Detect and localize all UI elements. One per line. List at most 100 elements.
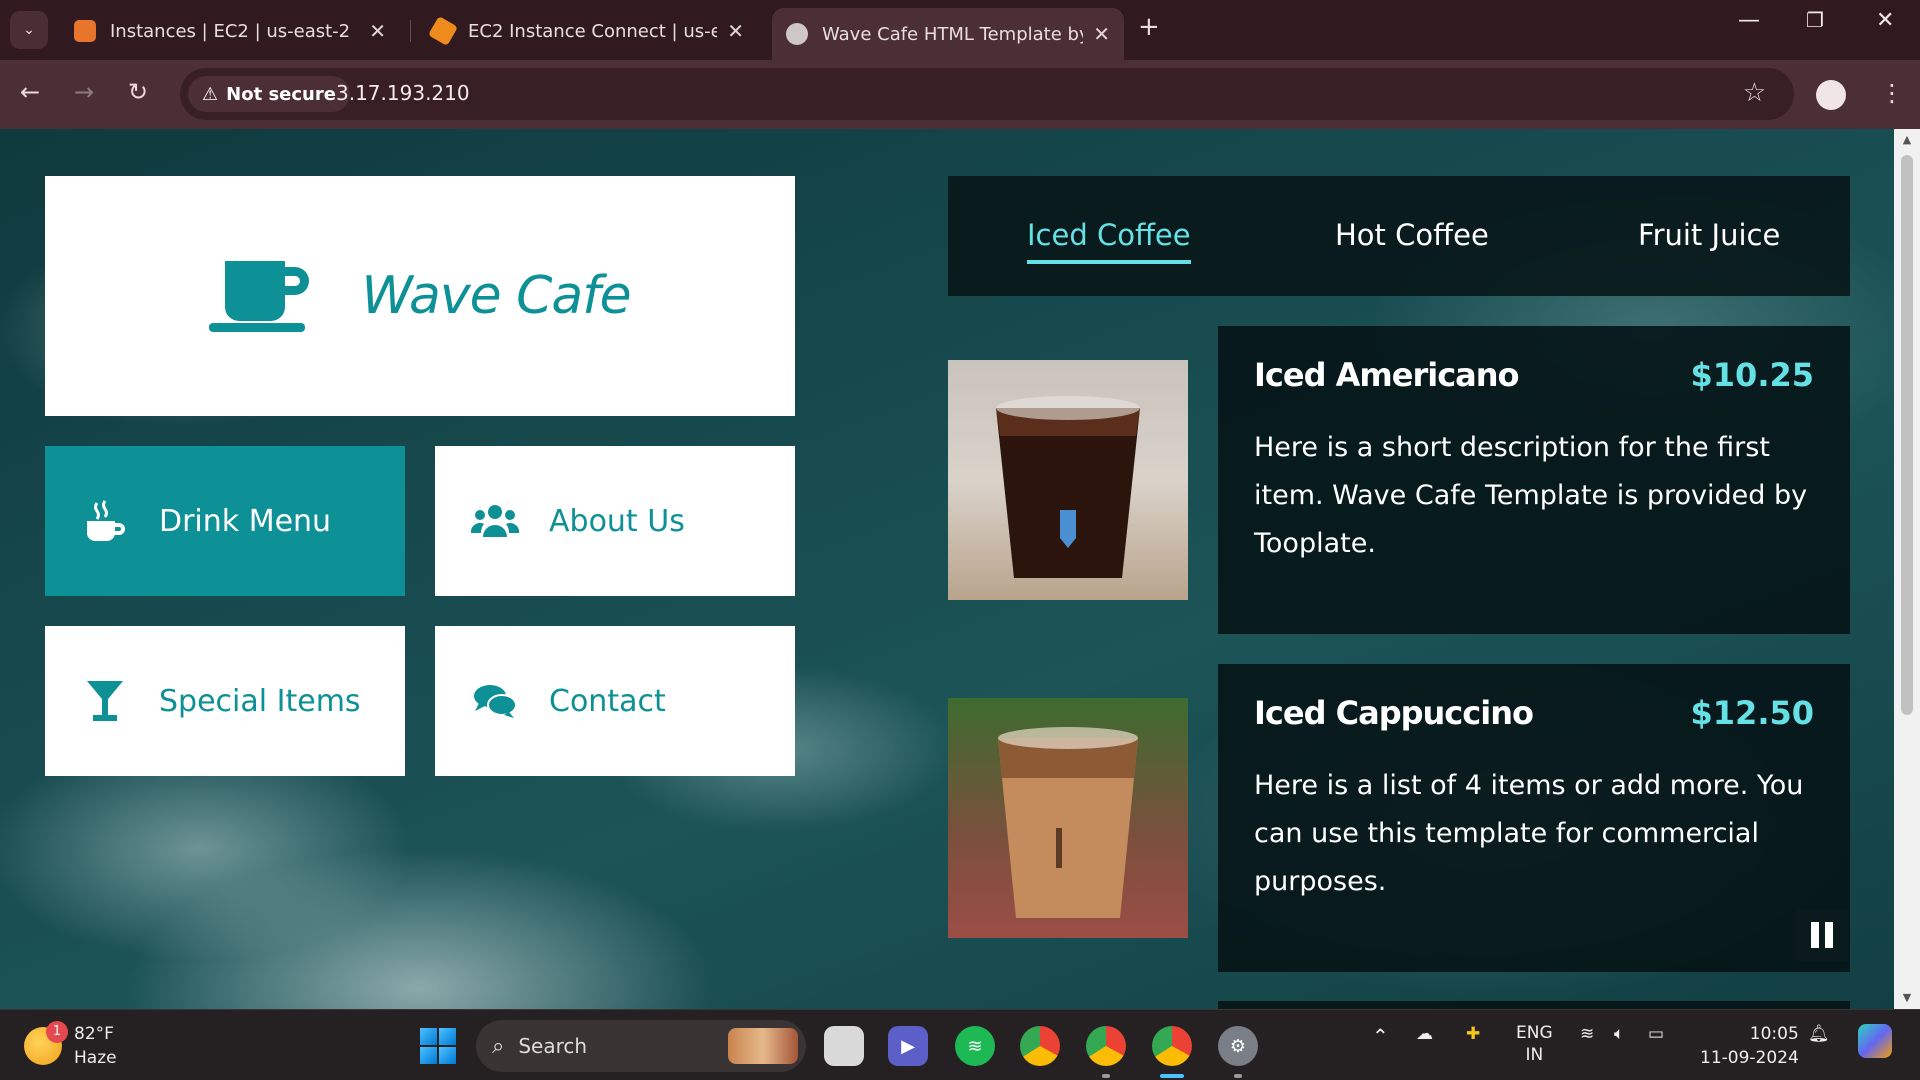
nav-drink-menu[interactable]: Drink Menu	[45, 446, 405, 596]
menu-item-card: Iced Americano $10.25 Here is a short de…	[1218, 326, 1850, 634]
tab-instances[interactable]: Instances | EC2 | us-east-2 ✕	[60, 8, 400, 54]
brand-name: Wave Cafe	[361, 266, 631, 326]
page-viewport: Wave Cafe Drink Menu About Us Special It…	[0, 129, 1894, 1009]
chevron-down-icon: ⌄	[23, 22, 35, 38]
chrome-profile-icon[interactable]	[1086, 1026, 1126, 1066]
security-label: Not secure	[226, 83, 336, 105]
scroll-down-arrow-icon[interactable]: ▼	[1894, 987, 1920, 1009]
aws-cube-icon	[427, 15, 459, 47]
search-icon: ⌕	[492, 1033, 505, 1059]
weather-description: Haze	[74, 1048, 117, 1068]
browser-toolbar: ← → ↻ ⚠ Not secure 3.17.193.210 ☆ ⋮	[0, 60, 1920, 129]
nav-label: Special Items	[159, 683, 361, 719]
aws-ec2-icon	[74, 20, 96, 42]
cocktail-glass-icon	[75, 679, 135, 723]
taskbar-search[interactable]: ⌕ Search	[476, 1020, 806, 1072]
battery-icon[interactable]: ▭	[1648, 1024, 1664, 1044]
browser-menu-button[interactable]: ⋮	[1880, 78, 1904, 108]
reload-button[interactable]: ↻	[128, 78, 148, 106]
copilot-icon[interactable]	[1858, 1024, 1892, 1058]
iced-americano-image	[948, 360, 1188, 600]
profile-avatar-icon[interactable]	[1816, 80, 1846, 110]
item-description: Here is a short description for the firs…	[1254, 432, 1808, 559]
item-price: $10.25	[1690, 356, 1814, 394]
notification-badge: 1	[46, 1021, 68, 1043]
scrollbar-thumb[interactable]	[1901, 155, 1913, 715]
drink-category-tabs: Iced Coffee Hot Coffee Fruit Juice	[948, 176, 1850, 296]
site-logo[interactable]: Wave Cafe	[45, 176, 795, 416]
close-icon[interactable]: ✕	[1093, 22, 1110, 46]
minimize-button[interactable]: —	[1738, 8, 1760, 33]
window-close-button[interactable]: ✕	[1876, 8, 1894, 33]
security-chip[interactable]: ⚠ Not secure	[188, 76, 350, 112]
chrome-icon[interactable]	[1020, 1026, 1060, 1066]
forward-button[interactable]: →	[74, 78, 94, 106]
new-tab-button[interactable]: +	[1138, 12, 1160, 42]
tab-fruit-juice[interactable]: Fruit Juice	[1638, 218, 1780, 252]
tab-title: Instances | EC2 | us-east-2	[110, 20, 351, 42]
nav-about-us[interactable]: About Us	[435, 446, 795, 596]
pause-icon	[1811, 922, 1819, 948]
volume-icon[interactable]: 🔈︎	[1614, 1024, 1624, 1044]
tab-wave-cafe[interactable]: Wave Cafe HTML Template by T ✕	[772, 8, 1124, 60]
tab-title: EC2 Instance Connect | us-east-	[468, 20, 718, 42]
menu-item-card: Iced Cappuccino $12.50 Here is a list of…	[1218, 664, 1850, 972]
onedrive-cloud-icon[interactable]: ☁	[1416, 1024, 1433, 1044]
clock-date: 11-09-2024	[1700, 1048, 1799, 1068]
close-icon[interactable]: ✕	[369, 19, 386, 43]
globe-icon	[786, 23, 808, 45]
pause-icon	[1825, 922, 1833, 948]
system-clock[interactable]: 10:05 11-09-2024	[1700, 1022, 1799, 1070]
show-hidden-icons-chevron-icon[interactable]: ⌃	[1372, 1024, 1389, 1048]
active-indicator	[1160, 1074, 1184, 1078]
settings-gear-icon[interactable]: ⚙	[1218, 1026, 1258, 1066]
tab-hot-coffee[interactable]: Hot Coffee	[1335, 218, 1489, 252]
bookmark-star-icon[interactable]: ☆	[1743, 78, 1766, 108]
tab-search-button[interactable]: ⌄	[10, 11, 48, 49]
chat-bubbles-icon	[465, 683, 525, 719]
nav-label: About Us	[549, 503, 685, 539]
windows-taskbar: 1 82°F Haze ⌕ Search ▶ ≋ ⚙ ⌃ ☁ ✚ ENG IN …	[0, 1009, 1920, 1080]
users-icon	[465, 503, 525, 539]
warning-triangle-icon: ⚠	[202, 83, 219, 105]
nav-special-items[interactable]: Special Items	[45, 626, 405, 776]
item-price: $12.50	[1690, 694, 1814, 732]
spotify-icon[interactable]: ≋	[955, 1026, 995, 1066]
task-view-icon[interactable]	[824, 1026, 864, 1066]
tab-title: Wave Cafe HTML Template by T	[822, 23, 1084, 45]
tab-iced-coffee[interactable]: Iced Coffee	[1027, 218, 1191, 264]
chrome-active-icon[interactable]	[1152, 1026, 1192, 1066]
weather-haze-icon: 1	[24, 1021, 68, 1065]
mug-hot-icon	[75, 499, 135, 543]
input-language[interactable]: ENG IN	[1516, 1022, 1553, 1066]
iced-cappuccino-image	[948, 698, 1188, 938]
notification-bell-icon[interactable]: 🔔︎	[1808, 1024, 1830, 1044]
item-description: Here is a list of 4 items or add more. Y…	[1254, 770, 1804, 897]
weather-temperature: 82°F	[74, 1024, 114, 1044]
running-indicator	[1234, 1074, 1242, 1078]
nav-contact[interactable]: Contact	[435, 626, 795, 776]
tab-separator	[410, 20, 411, 42]
scroll-up-arrow-icon[interactable]: ▲	[1894, 129, 1920, 151]
tab-instance-connect[interactable]: EC2 Instance Connect | us-east- ✕	[418, 8, 758, 54]
url-text[interactable]: 3.17.193.210	[336, 81, 470, 105]
language-label: ENG	[1516, 1023, 1553, 1043]
clock-time: 10:05	[1749, 1024, 1799, 1044]
nav-label: Contact	[549, 683, 666, 719]
video-pause-button[interactable]	[1796, 909, 1848, 961]
menu-item-card-partial	[1218, 1001, 1850, 1009]
windows-logo-icon	[420, 1028, 437, 1045]
page-scrollbar[interactable]: ▲ ▼	[1894, 129, 1920, 1009]
back-button[interactable]: ←	[20, 78, 40, 106]
teams-meet-icon[interactable]: ▶	[888, 1026, 928, 1066]
region-label: IN	[1525, 1045, 1544, 1065]
running-indicator	[1102, 1074, 1110, 1078]
wifi-icon[interactable]: ≋	[1580, 1024, 1594, 1044]
search-label: Search	[518, 1034, 588, 1058]
close-icon[interactable]: ✕	[727, 19, 744, 43]
start-button[interactable]	[420, 1028, 456, 1064]
address-bar[interactable]: ⚠ Not secure 3.17.193.210 ☆	[180, 68, 1794, 120]
weather-widget[interactable]: 1 82°F Haze	[24, 1021, 117, 1070]
security-shield-icon[interactable]: ✚	[1466, 1024, 1480, 1044]
restore-button[interactable]: ❐	[1806, 8, 1824, 32]
